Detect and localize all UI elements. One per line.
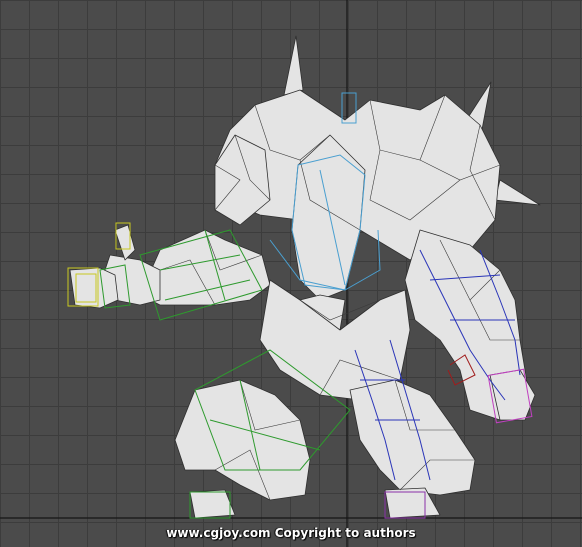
left-foot <box>189 489 236 519</box>
watermark-text: www.cgjoy.com Copyright to authors <box>166 526 416 540</box>
back-spike-3 <box>494 179 541 206</box>
viewport-scene <box>0 0 582 547</box>
left-leg <box>174 379 311 501</box>
back-spike-1 <box>283 35 304 96</box>
left-thumb <box>114 224 136 261</box>
3d-viewport[interactable]: www.cgjoy.com Copyright to authors <box>0 0 582 547</box>
